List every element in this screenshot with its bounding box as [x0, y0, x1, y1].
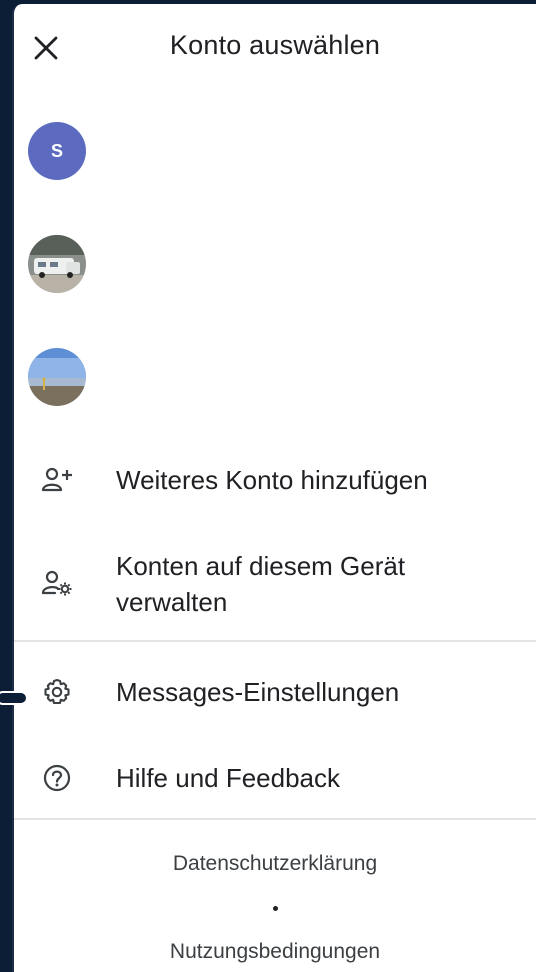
footer-separator-dot [273, 906, 278, 911]
terms-of-service-link[interactable]: Nutzungsbedingungen [14, 940, 536, 964]
add-account-label: Weiteres Konto hinzufügen [116, 465, 428, 495]
settings-label: Messages-Einstellungen [116, 677, 400, 707]
manage-accounts-icon [40, 566, 74, 600]
gear-icon [40, 675, 74, 709]
privacy-policy-link[interactable]: Datenschutzerklärung [14, 852, 536, 876]
account-chooser-sheet: Konto auswählen S Weiteres Konto hinzufü… [12, 4, 536, 972]
avatar-initial: S [50, 140, 63, 161]
divider [14, 818, 536, 820]
account-avatar-beach[interactable] [28, 348, 86, 406]
manage-accounts-label-line1: Konten auf diesem Gerät [116, 551, 406, 581]
page-title: Konto auswählen [169, 30, 381, 60]
settings-item[interactable]: Messages-Einstellungen [14, 670, 536, 714]
drag-handle[interactable] [0, 691, 28, 705]
top-bar: Konto auswählen [14, 4, 536, 92]
help-feedback-label: Hilfe und Feedback [116, 763, 341, 793]
divider [14, 640, 536, 642]
add-person-icon [40, 463, 74, 497]
manage-accounts-item[interactable]: Konten auf diesem Gerät verwalten [14, 548, 536, 624]
help-feedback-item[interactable]: Hilfe und Feedback [14, 756, 536, 800]
add-account-item[interactable]: Weiteres Konto hinzufügen [14, 458, 536, 502]
account-avatar-camper[interactable] [28, 235, 86, 293]
beach-photo-avatar [28, 348, 86, 406]
account-avatar-s[interactable]: S [28, 122, 86, 180]
manage-accounts-label-line2: verwalten [116, 587, 228, 617]
camper-photo-avatar [28, 235, 86, 293]
help-icon [40, 761, 74, 795]
